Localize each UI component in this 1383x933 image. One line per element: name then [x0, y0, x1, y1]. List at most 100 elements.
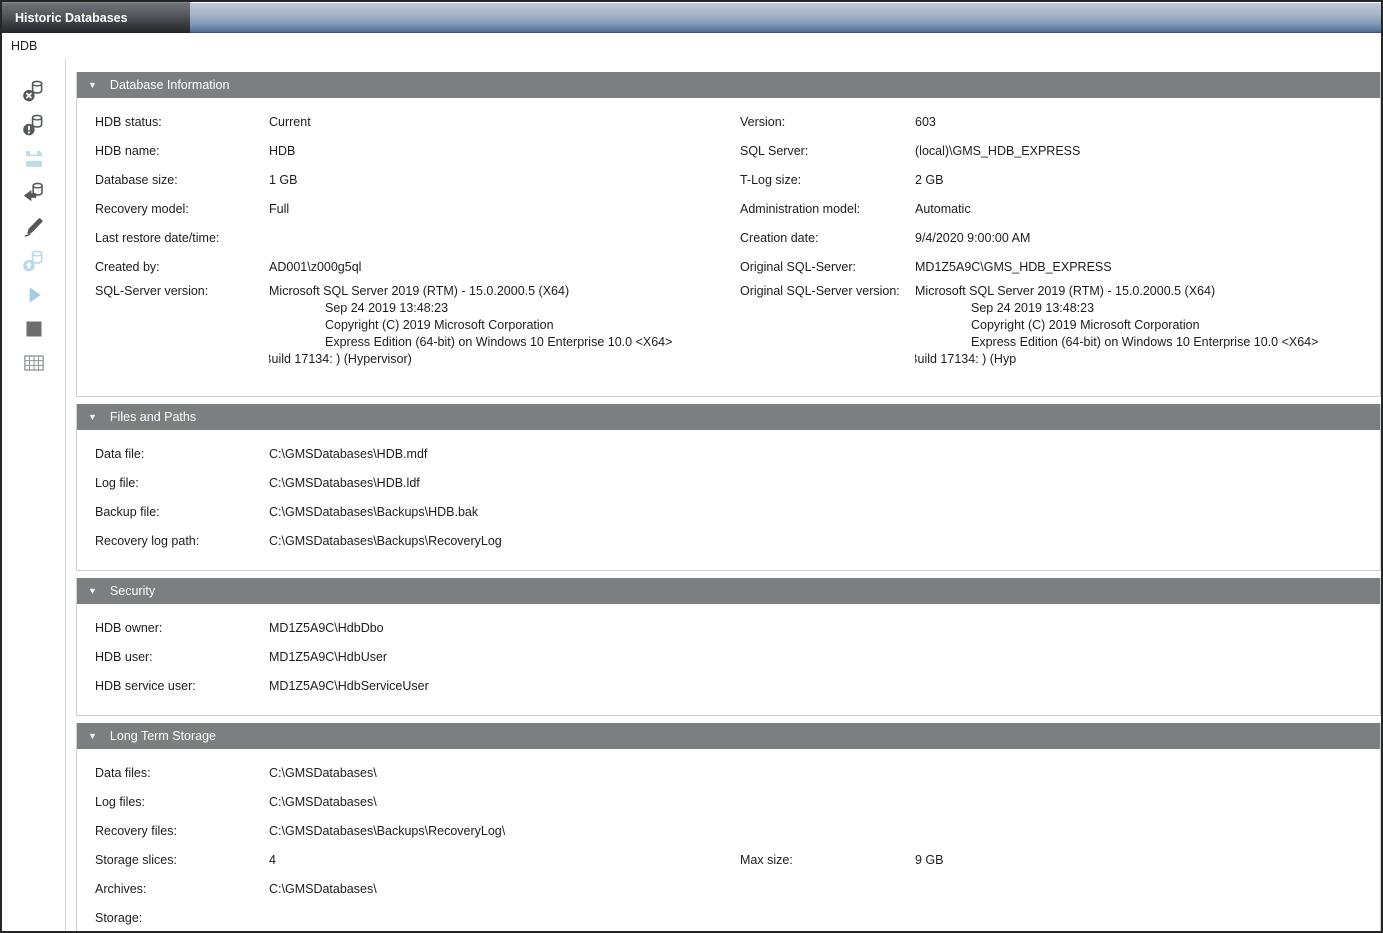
field-value: Automatic: [915, 195, 1380, 224]
field-value: [915, 759, 1380, 788]
field-value: MD1Z5A9C\GMS_HDB_EXPRESS: [915, 253, 1380, 282]
field-row: SQL-Server version:Microsoft SQL Server …: [77, 282, 1380, 382]
field-value: 2 GB: [915, 166, 1380, 195]
section-header-database-information[interactable]: ▼Database Information: [77, 72, 1380, 98]
field-row: Created by:AD001\z000g5qlOriginal SQL-Se…: [77, 253, 1380, 282]
field-label: Creation date:: [740, 224, 915, 253]
field-row: HDB name:HDBSQL Server:(local)\GMS_HDB_E…: [77, 137, 1380, 166]
field-label: HDB status:: [95, 108, 269, 137]
field-label: [740, 788, 915, 817]
field-value: [915, 875, 1380, 904]
field-label: [740, 527, 915, 556]
sections: ▼Database InformationHDB status:CurrentV…: [66, 59, 1381, 931]
field-value: C:\GMSDatabases\Backups\RecoveryLog: [269, 527, 740, 556]
start-button[interactable]: [20, 283, 48, 307]
field-label: HDB service user:: [95, 672, 269, 701]
field-value: HDB: [269, 137, 740, 166]
database-delete-icon: [22, 79, 46, 103]
collapse-triangle-icon: ▼: [88, 412, 97, 422]
section-header-files-and-paths[interactable]: ▼ Files and Paths: [77, 404, 1380, 430]
start-icon: [22, 283, 46, 307]
field-value: (local)\GMS_HDB_EXPRESS: [915, 137, 1380, 166]
field-value: [915, 440, 1380, 469]
section-header-security[interactable]: ▼ Security: [77, 578, 1380, 604]
tab-historic-databases[interactable]: Historic Databases: [2, 2, 190, 33]
field-value: [915, 817, 1380, 846]
collapse-triangle-icon: ▼: [88, 731, 97, 741]
section-security: ▼SecurityHDB owner:MD1Z5A9C\HdbDboHDB us…: [76, 578, 1381, 716]
toolbar: [2, 59, 66, 931]
section-long-term-storage: ▼ Long Term Storage Data files:C:\GMSDatab…: [76, 723, 1381, 931]
field-value: [269, 224, 740, 253]
stop-icon: [22, 317, 46, 341]
database-delete-button[interactable]: [20, 79, 48, 103]
field-label: HDB user:: [95, 643, 269, 672]
field-label: T-Log size:: [740, 166, 915, 195]
field-value: C:\GMSDatabases\HDB.ldf: [269, 469, 740, 498]
section-content: HDB status:CurrentVersion:603HDB name:HD…: [77, 98, 1380, 396]
field-row: Log file:C:\GMSDatabases\HDB.ldf: [77, 469, 1380, 498]
section-content: Data files:C:\GMSDatabases\Log files:C:\…: [77, 749, 1380, 931]
section-header-long-term-storage[interactable]: ▼ Long Term Storage: [77, 723, 1380, 749]
field-label: [740, 672, 915, 701]
field-value: 1 GB: [269, 166, 740, 195]
field-value: Current: [269, 108, 740, 137]
field-label: [740, 498, 915, 527]
save-button[interactable]: [20, 147, 48, 171]
database-upload-button[interactable]: [20, 249, 48, 273]
field-value: [915, 643, 1380, 672]
database-restore-icon: [22, 181, 46, 205]
field-label: Original SQL-Server:: [740, 253, 915, 282]
field-value: 9/4/2020 9:00:00 AM: [915, 224, 1380, 253]
field-label: [740, 440, 915, 469]
field-label: Data file:: [95, 440, 269, 469]
field-row: Last restore date/time:Creation date:9/4…: [77, 224, 1380, 253]
field-value: C:\GMSDatabases\: [269, 875, 740, 904]
field-label: Storage:: [95, 904, 269, 931]
field-value: [269, 904, 740, 931]
field-label: Log files:: [95, 788, 269, 817]
field-value: [915, 527, 1380, 556]
field-row: Backup file:C:\GMSDatabases\Backups\HDB.…: [77, 498, 1380, 527]
field-label: Version:: [740, 108, 915, 137]
section-title: Database Information: [110, 78, 230, 92]
edit-button[interactable]: [20, 215, 48, 239]
field-row: HDB user:MD1Z5A9C\HdbUser: [77, 643, 1380, 672]
edit-icon: [22, 215, 46, 239]
field-label: [740, 469, 915, 498]
collapse-triangle-icon: ▼: [88, 586, 97, 596]
field-value: Microsoft SQL Server 2019 (RTM) - 15.0.2…: [269, 282, 740, 368]
field-label: [740, 759, 915, 788]
field-label: Storage slices:: [95, 846, 269, 875]
field-value: MD1Z5A9C\HdbServiceUser: [269, 672, 740, 701]
field-label: Log file:: [95, 469, 269, 498]
field-value: Full: [269, 195, 740, 224]
grid-button[interactable]: [20, 351, 48, 375]
field-value: C:\GMSDatabases\: [269, 759, 740, 788]
field-label: Recovery model:: [95, 195, 269, 224]
section-title: Files and Paths: [110, 410, 196, 424]
field-value: [915, 904, 1380, 931]
app-window: Historic Databases HDB ▼: [0, 0, 1383, 933]
field-label: HDB owner:: [95, 614, 269, 643]
section-title: Security: [110, 584, 155, 598]
field-row: Storage slices:4Max size:9 GB: [77, 846, 1380, 875]
section-database-information: ▼Database InformationHDB status:CurrentV…: [76, 72, 1381, 397]
field-value: C:\GMSDatabases\: [269, 788, 740, 817]
database-attention-button[interactable]: [20, 113, 48, 137]
field-row: Recovery files:C:\GMSDatabases\Backups\R…: [77, 817, 1380, 846]
database-restore-button[interactable]: [20, 181, 48, 205]
section-content: Data file:C:\GMSDatabases\HDB.mdfLog fil…: [77, 430, 1380, 570]
section-title: Long Term Storage: [110, 729, 216, 743]
field-label: Original SQL-Server version:: [740, 282, 915, 368]
field-label: HDB name:: [95, 137, 269, 166]
field-row: Recovery model:FullAdministration model:…: [77, 195, 1380, 224]
field-value: 9 GB: [915, 846, 1380, 875]
field-value: AD001\z000g5ql: [269, 253, 740, 282]
field-label: [740, 614, 915, 643]
field-label: Max size:: [740, 846, 915, 875]
field-row: Data files:C:\GMSDatabases\: [77, 759, 1380, 788]
breadcrumb: HDB: [2, 33, 1381, 59]
stop-button[interactable]: [20, 317, 48, 341]
field-value: [915, 672, 1380, 701]
